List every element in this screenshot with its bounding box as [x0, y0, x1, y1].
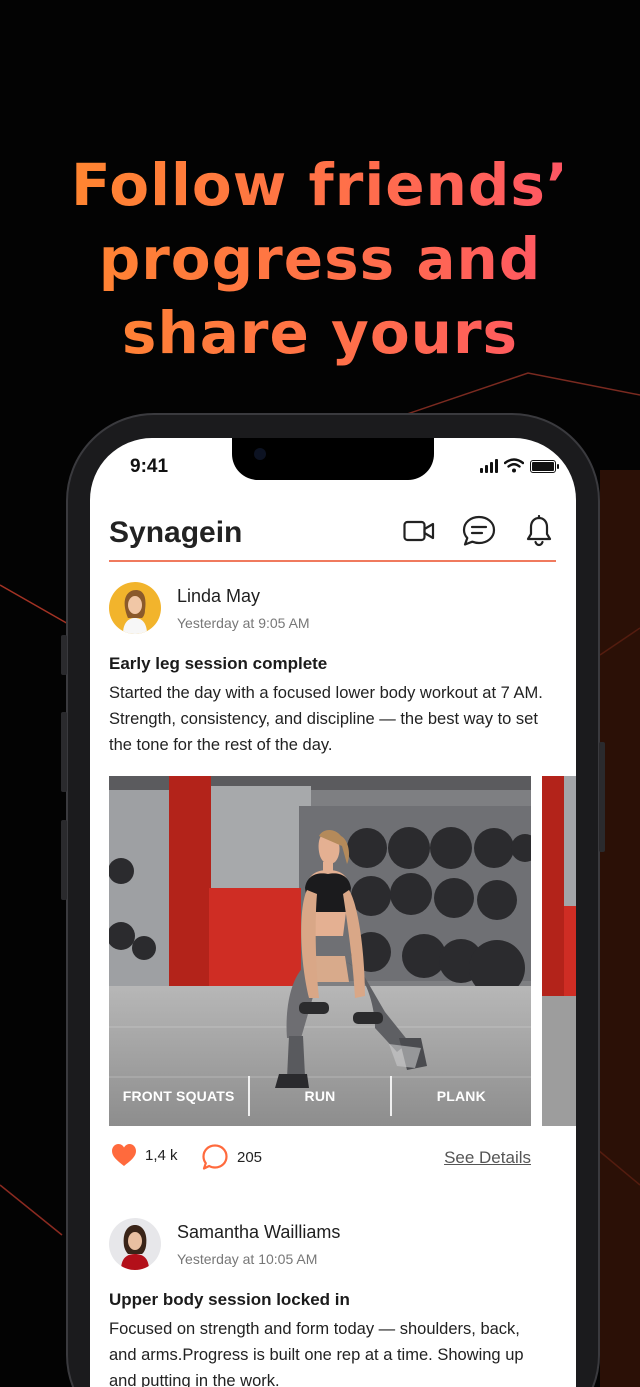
post-title: Upper body session locked in	[109, 1290, 350, 1309]
bell-icon	[526, 515, 552, 547]
post-title: Early leg session complete	[109, 654, 328, 673]
tag-front-squats[interactable]: FRONT SQUATS	[109, 1076, 248, 1116]
messages-button[interactable]	[462, 514, 496, 548]
see-details-link[interactable]: See Details	[444, 1148, 531, 1168]
header-actions	[402, 514, 556, 548]
headline-line-2: progress and	[98, 225, 542, 293]
app-store-screenshot: Follow friends’ progress and share yours…	[0, 0, 640, 1387]
phone-screen: 9:41 Synagein Linda May Yesterday at 9:0…	[90, 438, 576, 1387]
comment-count: 205	[237, 1148, 263, 1166]
post-author[interactable]: Samantha Wailliams	[177, 1222, 340, 1243]
battery-icon	[530, 460, 559, 473]
gym-workout-image	[109, 776, 531, 1126]
comment-icon	[202, 1144, 228, 1170]
gym-photo-peek-image	[542, 776, 576, 1126]
status-time: 9:41	[130, 456, 169, 477]
post-card: Samantha Wailliams Yesterday at 10:05 AM…	[109, 1218, 576, 1387]
post-author[interactable]: Linda May	[177, 586, 260, 607]
headline-line-1: Follow friends’	[71, 151, 569, 219]
camera	[254, 448, 266, 460]
like-count: 1,4 k	[145, 1146, 178, 1164]
post-timestamp: Yesterday at 10:05 AM	[177, 1251, 318, 1267]
app-title: Synagein	[109, 516, 243, 549]
tag-run[interactable]: RUN	[248, 1076, 389, 1116]
avatar-samantha-image	[109, 1218, 161, 1270]
cellular-signal-icon	[480, 459, 498, 473]
tag-plank[interactable]: PLANK	[389, 1076, 531, 1116]
next-workout-photo[interactable]	[542, 776, 576, 1126]
avatar-linda-image	[109, 582, 161, 634]
status-icons	[480, 458, 559, 473]
like-button[interactable]: 1,4 k	[111, 1143, 178, 1167]
phone-power-button	[599, 742, 605, 852]
post-stats: 1,4 k 205 See Details	[109, 1143, 531, 1175]
post-body: Focused on strength and form today — sho…	[109, 1320, 524, 1387]
app-header: Synagein	[109, 514, 556, 562]
notch	[232, 438, 434, 480]
phone-volume-up	[61, 712, 67, 792]
phone-volume-down	[61, 820, 67, 900]
video-icon	[403, 520, 435, 542]
heart-icon	[112, 1144, 136, 1166]
notifications-button[interactable]	[522, 514, 556, 548]
avatar[interactable]	[109, 582, 161, 634]
chat-icon	[462, 515, 496, 546]
post-card: Linda May Yesterday at 9:05 AM Early leg…	[109, 582, 576, 762]
comment-button[interactable]: 205	[201, 1143, 262, 1171]
wifi-icon	[504, 458, 524, 473]
workout-photo[interactable]: FRONT SQUATS RUN PLANK	[109, 776, 531, 1126]
phone-mute-switch	[61, 635, 67, 675]
post-timestamp: Yesterday at 9:05 AM	[177, 615, 310, 631]
headline: Follow friends’ progress and share yours	[0, 148, 640, 370]
post-body: Started the day with a focused lower bod…	[109, 684, 543, 754]
avatar[interactable]	[109, 1218, 161, 1270]
headline-line-3: share yours	[121, 299, 519, 367]
workout-tags: FRONT SQUATS RUN PLANK	[109, 1076, 531, 1116]
video-button[interactable]	[402, 514, 436, 548]
